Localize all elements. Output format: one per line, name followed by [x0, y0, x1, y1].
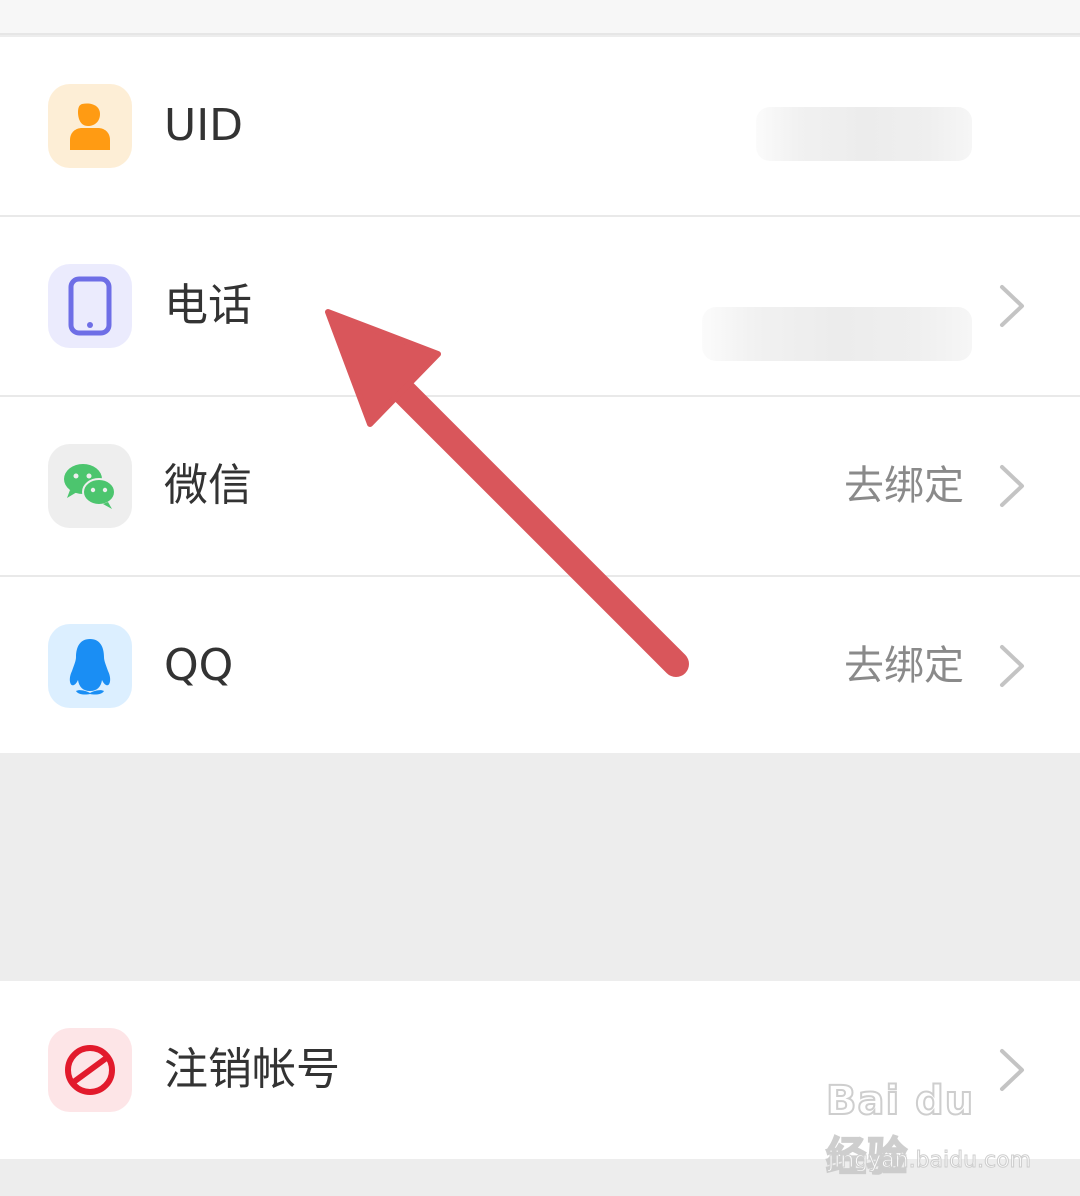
wechat-row[interactable]: 微信 去绑定 [0, 397, 1080, 577]
top-bar [0, 0, 1080, 35]
cancel-account-label: 注销帐号 [164, 1044, 340, 1095]
phone-icon [48, 264, 132, 348]
watermark-url: jingyan.baidu.com [827, 1148, 1032, 1174]
chevron-right-icon [1000, 285, 1024, 327]
phone-label: 电话 [164, 280, 252, 331]
uid-row: UID [0, 37, 1080, 217]
qq-label: QQ [164, 640, 234, 691]
account-binding-list: UID 电话 微信 去绑定 QQ 去绑定 [0, 37, 1080, 753]
baidu-jingyan-watermark: Bai du 经验 jingyan.baidu.com [825, 1077, 1032, 1181]
chevron-right-icon [1000, 645, 1024, 687]
uid-value-blurred [756, 107, 972, 161]
chevron-right-icon [1000, 465, 1024, 507]
wechat-label: 微信 [164, 460, 252, 511]
qq-bind-link[interactable]: 去绑定 [844, 577, 964, 755]
qq-row[interactable]: QQ 去绑定 [0, 577, 1080, 755]
uid-label: UID [164, 100, 244, 151]
qq-penguin-icon [48, 624, 132, 708]
prohibit-icon [48, 1028, 132, 1112]
account-binding-screen: UID 电话 微信 去绑定 QQ 去绑定 注销帐号 Bai du 经验 jing… [0, 0, 1080, 1196]
wechat-bind-link[interactable]: 去绑定 [844, 397, 964, 575]
phone-row[interactable]: 电话 [0, 217, 1080, 397]
person-icon [48, 84, 132, 168]
phone-value-blurred [702, 307, 972, 361]
wechat-icon [48, 444, 132, 528]
